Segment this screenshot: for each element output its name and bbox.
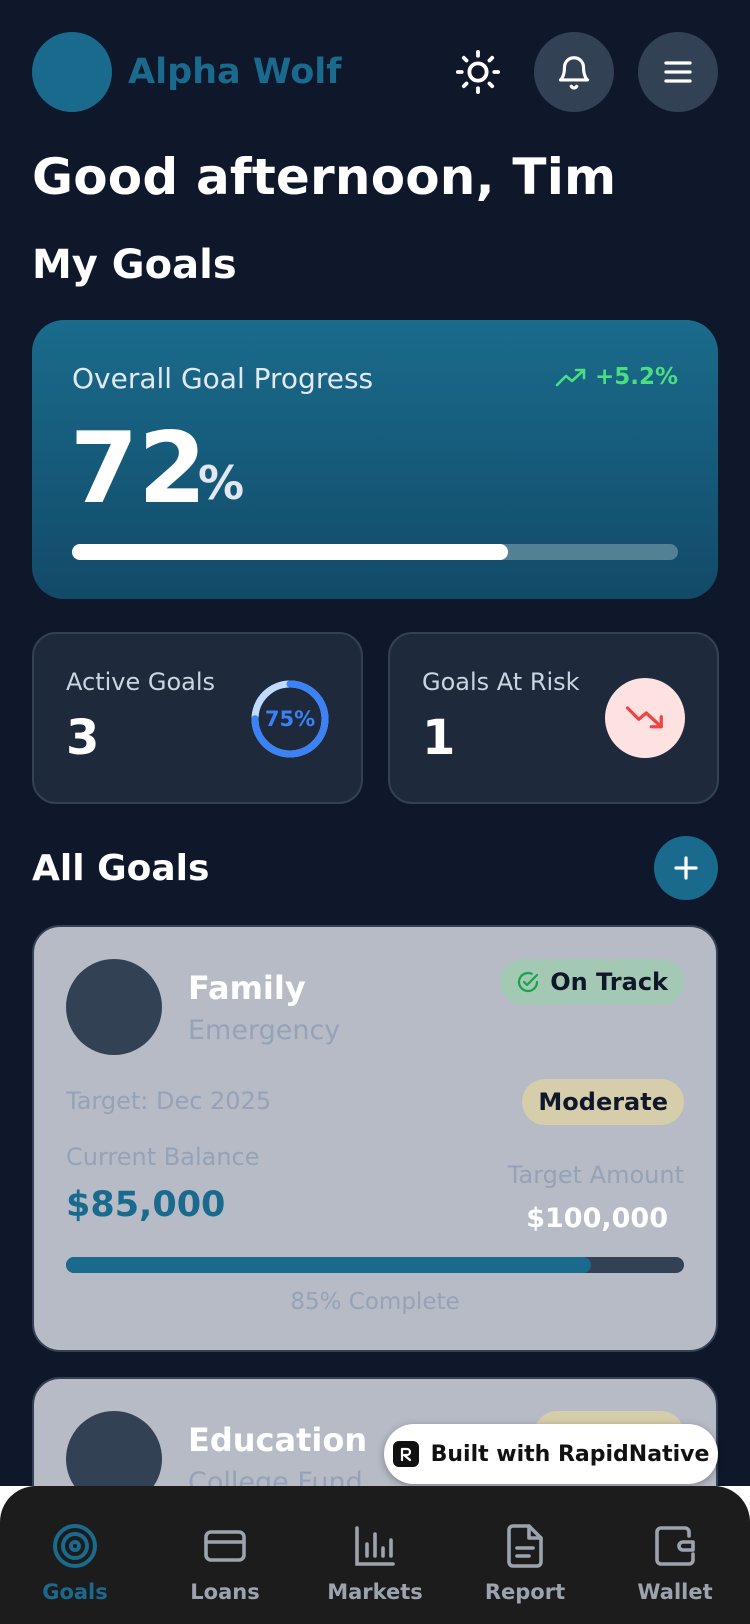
all-goals-title: All Goals — [32, 848, 210, 889]
overall-progress-card[interactable]: Overall Goal Progress +5.2% 72 % — [32, 320, 718, 599]
overall-progress-fill — [72, 544, 509, 560]
trend-up-icon — [555, 368, 586, 387]
goal-avatar — [66, 959, 162, 1055]
overall-progress-value: 72 — [70, 412, 207, 526]
status-text: On Track — [550, 968, 668, 996]
current-balance-label: Current Balance — [66, 1143, 260, 1171]
theme-toggle-button[interactable] — [452, 46, 504, 98]
goals-at-risk-card[interactable]: Goals At Risk 1 — [388, 632, 719, 804]
bar-chart-icon — [355, 1526, 395, 1566]
target-icon — [53, 1524, 97, 1568]
tab-loans[interactable]: Loans — [160, 1522, 290, 1604]
trend-value: +5.2% — [594, 364, 678, 390]
check-circle-icon — [518, 971, 539, 993]
goal-card[interactable]: Family Emergency On Track Target: Dec 20… — [32, 925, 718, 1352]
greeting: Good afternoon, Tim — [32, 148, 617, 206]
target-amount-label: Target Amount — [507, 1161, 684, 1189]
menu-button[interactable] — [638, 32, 718, 112]
active-goals-card[interactable]: Active Goals 3 75% — [32, 632, 363, 804]
tab-label: Report — [484, 1580, 566, 1604]
plus-icon — [674, 856, 698, 880]
add-goal-button[interactable] — [654, 836, 718, 900]
risk-icon-badge — [605, 678, 685, 758]
goal-progress-fill — [66, 1257, 592, 1273]
tab-wallet[interactable]: Wallet — [610, 1522, 740, 1604]
tab-label: Markets — [327, 1580, 423, 1604]
tab-goals[interactable]: Goals — [10, 1522, 140, 1604]
active-goals-label: Active Goals — [66, 668, 216, 696]
goal-complete-text: 85% Complete — [290, 1289, 460, 1315]
app-header: Alpha Wolf — [32, 32, 718, 112]
built-with-badge[interactable]: Built with RapidNative — [384, 1424, 718, 1484]
target-amount-value: $100,000 — [526, 1203, 668, 1234]
wallet-icon — [655, 1526, 695, 1566]
overall-progress-unit: % — [198, 456, 245, 510]
bell-icon — [558, 56, 590, 90]
trend-badge: +5.2% — [555, 364, 678, 390]
brand-logo[interactable] — [32, 32, 112, 112]
bottom-tab-bar: Goals Loans Markets Report Wallet — [0, 1486, 750, 1624]
active-goals-ring-label: 75% — [264, 707, 316, 731]
menu-icon — [664, 61, 692, 83]
tab-label: Loans — [190, 1580, 260, 1604]
notifications-button[interactable] — [534, 32, 614, 112]
goal-subtitle: Emergency — [188, 1015, 341, 1046]
brand-name: Alpha Wolf — [128, 52, 342, 92]
tab-label: Goals — [42, 1580, 108, 1604]
overall-progress-bar — [72, 544, 678, 560]
sun-icon — [455, 49, 501, 95]
status-badge: On Track — [500, 959, 684, 1005]
goal-name: Family — [188, 969, 306, 1007]
card-icon — [204, 1530, 246, 1562]
document-icon — [507, 1524, 543, 1568]
current-balance-value: $85,000 — [66, 1185, 226, 1225]
risk-level-badge: Moderate — [522, 1079, 684, 1125]
built-with-text: Built with RapidNative — [430, 1441, 710, 1467]
goals-at-risk-value: 1 — [422, 710, 456, 766]
goals-at-risk-label: Goals At Risk — [422, 668, 580, 696]
goal-progress-bar — [66, 1257, 684, 1273]
overall-progress-label: Overall Goal Progress — [72, 362, 374, 395]
tab-markets[interactable]: Markets — [310, 1522, 440, 1604]
tab-report[interactable]: Report — [460, 1522, 590, 1604]
trend-down-icon — [625, 706, 663, 729]
active-goals-value: 3 — [66, 710, 100, 766]
header-actions — [452, 32, 718, 112]
target-date: Target: Dec 2025 — [66, 1087, 272, 1115]
goal-name: Education — [188, 1421, 368, 1459]
tab-label: Wallet — [637, 1580, 713, 1604]
rapidnative-logo-icon — [392, 1441, 419, 1467]
page-title: My Goals — [32, 242, 237, 288]
